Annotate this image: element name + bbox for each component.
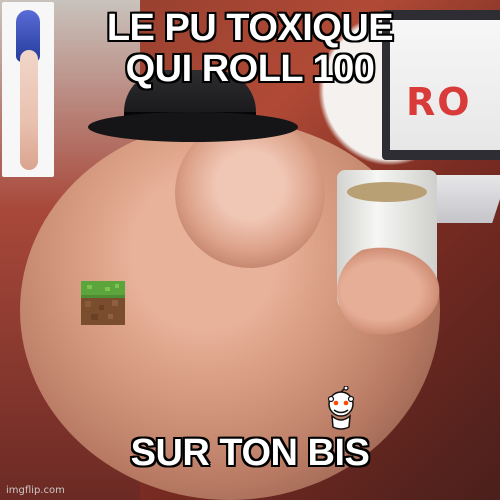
meme-top-text-line-1: LE PU TOXIQUE — [106, 7, 394, 49]
meme-top-text-line-2: QUI ROLL 100 — [125, 48, 375, 91]
imgflip-watermark: imgflip.com — [6, 485, 65, 496]
reddit-snoo-icon — [321, 385, 361, 431]
drink-liquid — [347, 182, 427, 202]
hand — [337, 242, 447, 340]
minecraft-grass-block-icon — [81, 281, 125, 325]
meme-bottom-text: SUR TON BIS — [130, 432, 370, 474]
meme-top-text: LE PU TOXIQUE QUI ROLL 100 — [0, 7, 500, 91]
fedora-hat-brim — [88, 112, 298, 142]
meme-canvas: RO LE PU TOXIQUE QUI ROLL 100 SUR TON BI… — [0, 0, 500, 500]
